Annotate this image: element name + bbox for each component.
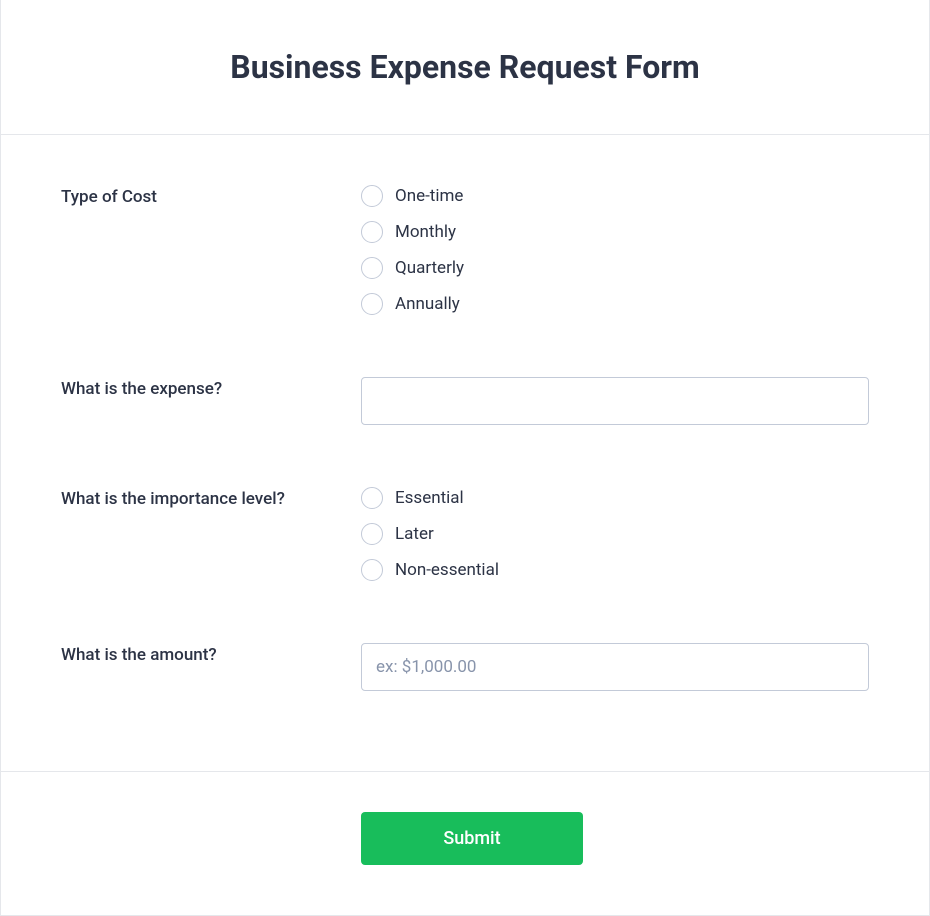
radio-label: Quarterly (395, 258, 464, 278)
importance-control: Essential Later Non-essential (361, 487, 869, 581)
amount-control (361, 643, 869, 691)
amount-row: What is the amount? (61, 643, 869, 691)
radio-label: Monthly (395, 222, 456, 242)
importance-label: What is the importance level? (61, 487, 361, 509)
cost-type-option-monthly[interactable]: Monthly (361, 221, 869, 243)
cost-type-option-annually[interactable]: Annually (361, 293, 869, 315)
expense-input[interactable] (361, 377, 869, 425)
radio-label: One-time (395, 186, 463, 206)
form-title: Business Expense Request Form (41, 48, 889, 86)
importance-option-later[interactable]: Later (361, 523, 869, 545)
radio-label: Later (395, 524, 434, 544)
importance-radio-group: Essential Later Non-essential (361, 487, 869, 581)
radio-icon (361, 559, 383, 581)
radio-label: Essential (395, 488, 464, 508)
form-header: Business Expense Request Form (1, 0, 929, 135)
importance-row: What is the importance level? Essential … (61, 487, 869, 581)
radio-icon (361, 523, 383, 545)
radio-icon (361, 487, 383, 509)
importance-option-nonessential[interactable]: Non-essential (361, 559, 869, 581)
expense-label: What is the expense? (61, 377, 361, 399)
amount-input[interactable] (361, 643, 869, 691)
expense-row: What is the expense? (61, 377, 869, 425)
cost-type-option-onetime[interactable]: One-time (361, 185, 869, 207)
expense-control (361, 377, 869, 425)
radio-label: Non-essential (395, 560, 499, 580)
radio-icon (361, 293, 383, 315)
radio-label: Annually (395, 294, 460, 314)
cost-type-control: One-time Monthly Quarterly Annually (361, 185, 869, 315)
radio-icon (361, 185, 383, 207)
form-body: Type of Cost One-time Monthly Quarterly (1, 135, 929, 771)
cost-type-radio-group: One-time Monthly Quarterly Annually (361, 185, 869, 315)
amount-label: What is the amount? (61, 643, 361, 665)
importance-option-essential[interactable]: Essential (361, 487, 869, 509)
cost-type-row: Type of Cost One-time Monthly Quarterly (61, 185, 869, 315)
form-container: Business Expense Request Form Type of Co… (0, 0, 930, 916)
cost-type-option-quarterly[interactable]: Quarterly (361, 257, 869, 279)
submit-button[interactable]: Submit (361, 812, 583, 865)
form-footer: Submit (1, 771, 929, 915)
radio-icon (361, 221, 383, 243)
cost-type-label: Type of Cost (61, 185, 361, 207)
radio-icon (361, 257, 383, 279)
